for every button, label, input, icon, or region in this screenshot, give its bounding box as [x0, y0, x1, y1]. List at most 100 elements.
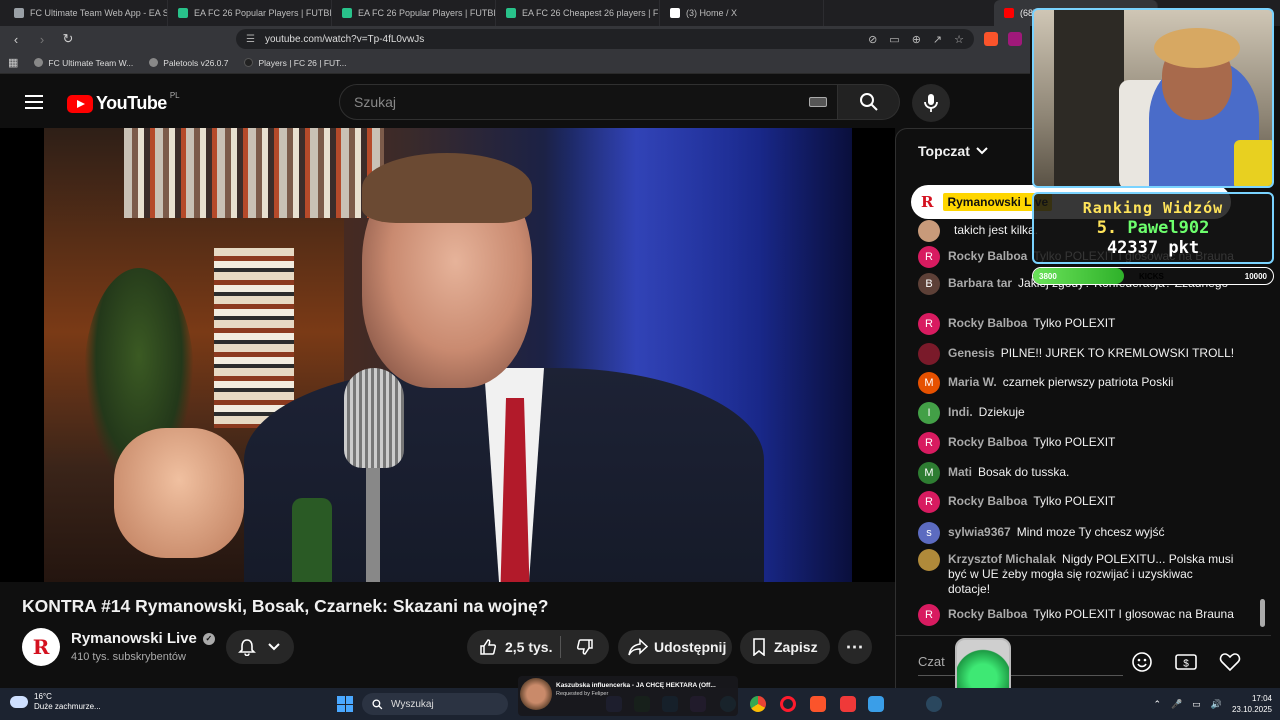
chat-avatar[interactable]: M [918, 462, 940, 484]
volume-icon[interactable]: 🔊 [1211, 699, 1222, 710]
emoji-button[interactable] [1130, 650, 1154, 674]
thumbs-down-icon [576, 639, 593, 655]
heart-button[interactable] [1218, 650, 1242, 674]
apps-grid-icon[interactable]: ▦ [8, 56, 18, 69]
chat-author[interactable]: Krzysztof Michalak [948, 552, 1056, 566]
chat-author[interactable]: Genesis [948, 346, 995, 360]
search-button[interactable] [838, 84, 900, 120]
opera-icon[interactable] [780, 696, 796, 712]
chevron-up-icon[interactable]: ⌃ [1153, 699, 1161, 710]
chat-avatar[interactable]: R [918, 246, 940, 268]
microphone-icon [924, 94, 938, 112]
chat-avatar[interactable]: R [918, 313, 940, 335]
share-icon[interactable]: ↗ [933, 33, 942, 46]
bookmark-star-icon[interactable]: ☆ [954, 33, 964, 46]
chat-author[interactable]: Mati [948, 465, 972, 479]
chat-author[interactable]: Rocky Balboa [948, 435, 1027, 449]
kicks-label: KICKS [1139, 272, 1164, 281]
tracking-icon[interactable]: ⊘ [868, 33, 877, 46]
now-playing-popup[interactable]: Kaszubska influencerka - JA CHCĘ HEKTARA… [518, 676, 738, 716]
chat-author[interactable]: Rocky Balboa [948, 494, 1027, 508]
browser-tab[interactable]: FC Ultimate Team Web App - EA SPO [4, 0, 168, 26]
chat-avatar[interactable]: R [918, 432, 940, 454]
windows-start-icon[interactable] [337, 696, 353, 712]
video-title: KONTRA #14 Rymanowski, Bosak, Czarnek: S… [22, 596, 549, 616]
chat-message-body: Maria W. czarnek pierwszy patriota Poskii [948, 375, 1173, 390]
notification-button[interactable] [226, 630, 294, 664]
cast-icon[interactable]: ▭ [889, 33, 899, 46]
chat-avatar[interactable]: R [918, 491, 940, 513]
chat-author[interactable]: Maria W. [948, 375, 997, 389]
yellow-object [1234, 140, 1272, 186]
reload-icon[interactable]: ↻ [60, 31, 76, 47]
microphone-tray-icon[interactable]: 🎤 [1171, 699, 1182, 710]
chat-avatar[interactable]: M [918, 372, 940, 394]
voice-search-button[interactable] [912, 84, 950, 122]
tab-title: EA FC 26 Cheapest 26 players | FUTB [522, 8, 659, 18]
save-button[interactable]: Zapisz [740, 630, 830, 664]
chat-input[interactable]: Czat [918, 648, 1123, 676]
chat-avatar[interactable] [918, 549, 940, 571]
bookmark-item[interactable]: FC Ultimate Team W... [34, 58, 133, 68]
taskbar-search[interactable]: Wyszukaj [362, 693, 508, 715]
chat-avatar[interactable] [918, 220, 940, 242]
chat-avatar[interactable] [918, 343, 940, 365]
taskbar-search-label: Wyszukaj [391, 698, 434, 710]
bookmark-item[interactable]: Paletools v26.0.7 [149, 58, 228, 68]
chat-avatar[interactable]: R [918, 604, 940, 626]
channel-name[interactable]: Rymanowski Live ✓ [71, 630, 215, 647]
search-input[interactable]: Szukaj [339, 84, 838, 120]
chat-mode-selector[interactable]: Topczat [918, 143, 988, 159]
more-actions-button[interactable]: ⋯ [838, 630, 872, 664]
chat-avatar[interactable]: s [918, 522, 940, 544]
address-bar[interactable]: ☰ youtube.com/watch?v=Tp-4fL0vwJs ⊘ ▭ ⊕ … [236, 29, 974, 49]
back-icon[interactable]: ‹ [8, 32, 24, 47]
chat-avatar[interactable]: B [918, 273, 940, 295]
svg-text:$: $ [1183, 659, 1189, 670]
site-info-icon[interactable]: ☰ [246, 34, 255, 45]
brave-rewards-icon[interactable] [1008, 32, 1022, 46]
clock[interactable]: 17:04 23.10.2025 [1232, 693, 1272, 715]
chat-author[interactable]: Rocky Balboa [948, 607, 1027, 621]
network-icon[interactable]: ▭ [1192, 699, 1201, 710]
channel-avatar[interactable]: R [22, 628, 60, 666]
youtube-logo[interactable]: YouTube PL [67, 91, 180, 114]
menu-icon[interactable] [25, 95, 43, 109]
photos-icon[interactable] [868, 696, 884, 712]
clock-date: 23.10.2025 [1231, 705, 1272, 714]
chat-message-body: Mati Bosak do tusska. [948, 465, 1069, 480]
forward-icon[interactable]: › [34, 32, 50, 47]
share-button[interactable]: Udostępnij [618, 630, 732, 664]
chat-author[interactable]: sylwia9367 [948, 525, 1011, 539]
vivaldi-icon[interactable] [840, 696, 856, 712]
globe-icon [149, 58, 159, 67]
chrome-icon[interactable] [750, 696, 766, 712]
streamer-webcam [1032, 8, 1274, 188]
browser-tab[interactable]: (3) Home / X [660, 0, 824, 26]
super-chat-button[interactable]: $ [1174, 650, 1198, 674]
browser-tab[interactable]: EA FC 26 Popular Players | FUTBIN [332, 0, 496, 26]
browser-tab[interactable]: EA FC 26 Cheapest 26 players | FUTB [496, 0, 660, 26]
keyboard-icon[interactable] [809, 97, 827, 107]
steam-icon[interactable] [926, 696, 942, 712]
weather-widget[interactable]: 16°C Duże zachmurze... [10, 692, 101, 712]
bookmark-item[interactable]: Players | FC 26 | FUT... [244, 57, 347, 68]
chat-avatar[interactable]: I [918, 402, 940, 424]
video-player[interactable] [0, 128, 895, 582]
chat-text: PILNE!! JUREK TO KREMLOWSKI TROLL! [1000, 346, 1235, 360]
zoom-icon[interactable]: ⊕ [912, 33, 921, 46]
browser-tab[interactable]: EA FC 26 Popular Players | FUTBIN [168, 0, 332, 26]
brave-icon[interactable] [810, 696, 826, 712]
chat-author[interactable]: Barbara tar [948, 276, 1012, 290]
dislike-button[interactable] [561, 638, 609, 656]
chat-author[interactable]: Indi. [948, 405, 973, 419]
save-label: Zapisz [774, 639, 818, 655]
share-label: Udostępnij [654, 639, 727, 655]
bookmark-label: Players | FC 26 | FUT... [258, 57, 347, 68]
chat-author[interactable]: Rocky Balboa [948, 316, 1027, 330]
brave-shields-icon[interactable] [984, 32, 998, 46]
bookmark-label: Paletools v26.0.7 [163, 57, 229, 68]
like-button[interactable]: 2,5 tys. [467, 636, 561, 658]
chat-scrollbar[interactable] [1260, 599, 1265, 627]
chat-author[interactable]: Rocky Balboa [948, 249, 1027, 263]
